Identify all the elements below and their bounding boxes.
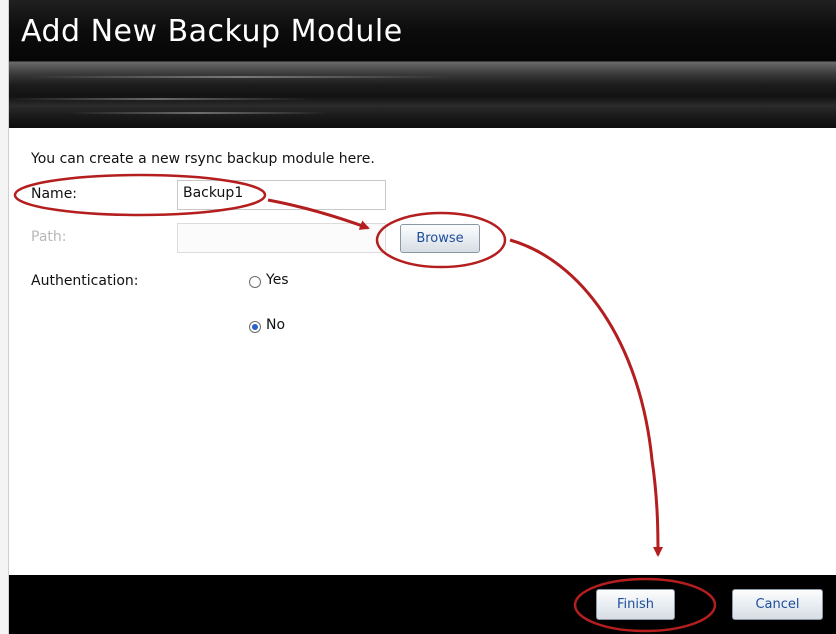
dialog-title: Add New Backup Module bbox=[21, 14, 403, 49]
radio-yes[interactable] bbox=[249, 276, 261, 288]
browse-button[interactable]: Browse bbox=[400, 224, 480, 253]
finish-button[interactable]: Finish bbox=[596, 589, 675, 620]
authentication-label: Authentication: bbox=[31, 273, 139, 289]
auth-no-label: No bbox=[266, 317, 286, 333]
path-label: Path: bbox=[31, 229, 67, 245]
background-window-edge bbox=[0, 0, 9, 634]
name-input[interactable]: Backup1 bbox=[177, 180, 386, 210]
cancel-button[interactable]: Cancel bbox=[732, 589, 823, 620]
path-input bbox=[177, 223, 386, 253]
dialog-title-bar: Add New Backup Module bbox=[9, 0, 836, 62]
name-label: Name: bbox=[31, 186, 78, 202]
dialog-content: You can create a new rsync backup module… bbox=[9, 128, 836, 575]
header-band bbox=[9, 62, 836, 128]
add-backup-module-dialog: Add New Backup Module You can create a n… bbox=[9, 0, 836, 634]
auth-option-no[interactable]: No bbox=[246, 317, 306, 337]
auth-yes-label: Yes bbox=[266, 272, 289, 288]
intro-text: You can create a new rsync backup module… bbox=[31, 151, 375, 167]
radio-no[interactable] bbox=[249, 321, 261, 333]
dialog-footer: Finish Cancel bbox=[9, 575, 836, 634]
auth-option-yes[interactable]: Yes bbox=[246, 272, 306, 292]
